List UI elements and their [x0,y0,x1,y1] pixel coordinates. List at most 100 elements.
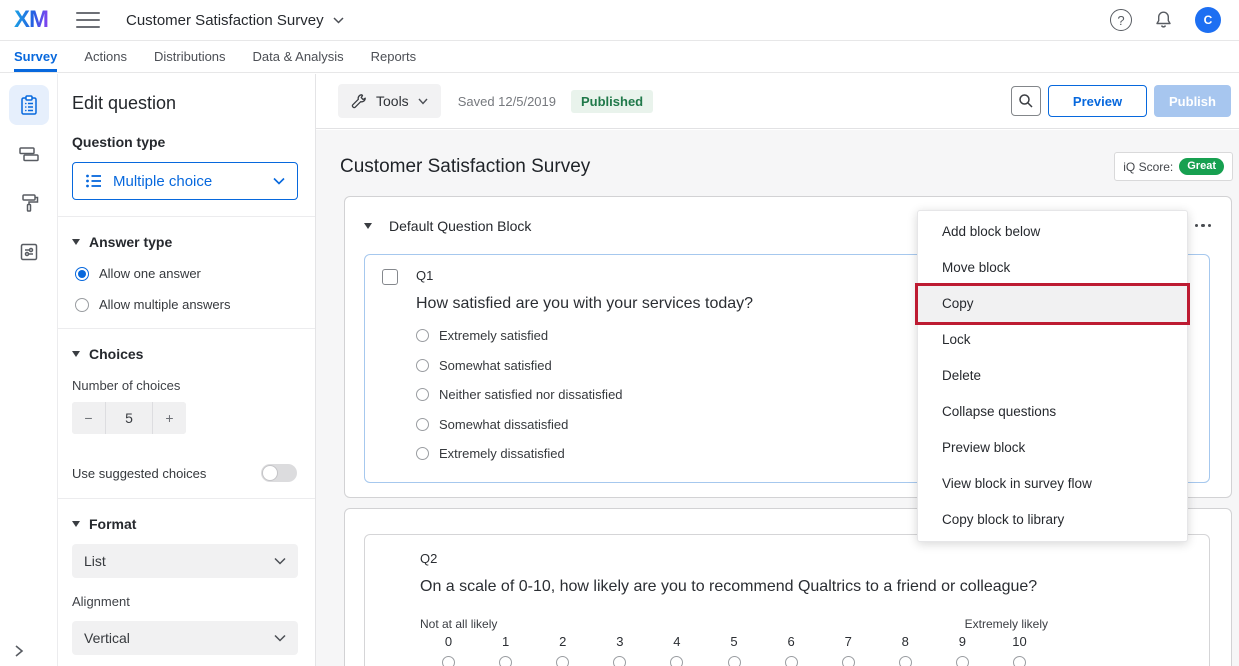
tab-reports[interactable]: Reports [371,41,417,72]
block-options-icon[interactable] [1193,218,1214,234]
nps-radio[interactable] [820,656,877,666]
choice-label: Extremely dissatisfied [439,446,565,461]
survey-title: Customer Satisfaction Survey [340,156,590,178]
menu-item-collapse-questions[interactable]: Collapse questions [918,394,1187,430]
choice-row[interactable]: Somewhat satisfied [416,358,753,373]
tab-survey[interactable]: Survey [14,41,57,72]
expand-panel-chevron-icon[interactable] [14,644,24,658]
decrease-choices-button[interactable]: − [72,402,105,434]
nps-label: 8 [877,634,934,649]
choice-row[interactable]: Extremely satisfied [416,328,753,343]
answer-type-section-header[interactable]: Answer type [72,234,297,250]
nps-radio[interactable] [534,656,591,666]
tools-label: Tools [376,93,409,109]
survey-title-switcher[interactable]: Customer Satisfaction Survey [126,12,344,29]
user-avatar[interactable]: C [1195,7,1221,33]
menu-item-delete[interactable]: Delete [918,358,1187,394]
number-of-choices-label: Number of choices [72,378,297,393]
iq-score-badge[interactable]: iQ Score: Great [1114,152,1233,181]
menu-item-copy-block-to-library[interactable]: Copy block to library [918,502,1187,538]
nps-label: 0 [420,634,477,649]
nps-label: 1 [477,634,534,649]
tab-actions[interactable]: Actions [84,41,127,72]
menu-item-view-block-in-survey-flow[interactable]: View block in survey flow [918,466,1187,502]
use-suggested-choices-label: Use suggested choices [72,466,206,481]
primary-nav: Survey Actions Distributions Data & Anal… [0,41,1239,73]
search-button[interactable] [1011,86,1041,116]
caret-down-icon [72,239,80,245]
menu-item-move-block[interactable]: Move block [918,250,1187,286]
question-checkbox[interactable] [382,269,398,285]
left-icon-rail [0,74,58,666]
question-card-q2[interactable]: Q2 On a scale of 0-10, how likely are yo… [364,534,1210,666]
nps-radio[interactable] [991,656,1048,666]
nps-right-anchor: Extremely likely [965,617,1048,631]
look-and-feel-roller-icon[interactable] [9,183,49,223]
choice-row[interactable]: Somewhat dissatisfied [416,417,753,432]
nps-radio[interactable] [877,656,934,666]
nps-radio[interactable] [420,656,477,666]
nps-radio[interactable] [763,656,820,666]
menu-item-preview-block[interactable]: Preview block [918,430,1187,466]
choices-section-header[interactable]: Choices [72,346,297,362]
increase-choices-button[interactable]: + [153,402,186,434]
question-text[interactable]: On a scale of 0-10, how likely are you t… [420,578,1209,596]
format-label: Format [89,516,136,532]
tab-distributions[interactable]: Distributions [154,41,226,72]
radio-unselected-icon [416,359,429,372]
allow-one-answer-label: Allow one answer [99,266,201,281]
caret-down-icon [72,351,80,357]
search-icon [1018,93,1034,109]
survey-options-icon[interactable] [9,232,49,272]
question-text[interactable]: How satisfied are you with your services… [416,295,753,313]
tools-menu-button[interactable]: Tools [338,84,441,118]
allow-one-answer-option[interactable]: Allow one answer [72,266,297,281]
help-glyph: ? [1117,13,1124,28]
radio-selected-icon [75,267,89,281]
nps-label: 9 [934,634,991,649]
caret-down-icon [72,521,80,527]
format-select[interactable]: List [72,544,298,578]
multiple-choice-icon [85,173,103,189]
alignment-select[interactable]: Vertical [72,621,298,655]
allow-multiple-answers-option[interactable]: Allow multiple answers [72,297,297,312]
choice-label: Neither satisfied nor dissatisfied [439,387,623,402]
nps-radio[interactable] [477,656,534,666]
choice-label: Somewhat satisfied [439,358,552,373]
question-type-dropdown[interactable]: Multiple choice [72,162,298,200]
question-type-value: Multiple choice [113,173,212,190]
preview-button[interactable]: Preview [1048,85,1147,117]
format-section-header[interactable]: Format [72,516,297,532]
choice-row[interactable]: Neither satisfied nor dissatisfied [416,387,753,402]
hamburger-menu-icon[interactable] [76,7,100,33]
survey-builder-icon[interactable] [9,85,49,125]
alignment-value: Vertical [84,630,130,646]
menu-item-copy[interactable]: Copy [918,286,1187,322]
iq-score-value: Great [1179,158,1224,175]
nps-radio[interactable] [648,656,705,666]
use-suggested-choices-toggle[interactable] [261,464,297,482]
blocks-icon[interactable] [9,134,49,174]
edit-question-panel: Edit question Question type Multiple cho… [58,74,316,666]
chevron-down-icon [274,557,286,565]
block-collapse-caret-icon[interactable] [364,223,372,229]
avatar-initial: C [1204,13,1213,27]
menu-item-add-block-below[interactable]: Add block below [918,214,1187,250]
menu-item-lock[interactable]: Lock [918,322,1187,358]
notifications-bell-icon[interactable] [1154,10,1173,30]
help-icon[interactable]: ? [1110,9,1132,31]
nps-radio[interactable] [591,656,648,666]
block-options-menu: Add block below Move block Copy Lock Del… [917,210,1188,542]
tab-data-analysis[interactable]: Data & Analysis [253,41,344,72]
nps-label: 3 [591,634,648,649]
nps-radio[interactable] [705,656,762,666]
nps-radio[interactable] [934,656,991,666]
radio-unselected-icon [416,447,429,460]
choices-label: Choices [89,346,143,362]
choice-row[interactable]: Extremely dissatisfied [416,446,753,461]
survey-toolbar: Tools Saved 12/5/2019 Published Preview … [316,74,1239,129]
nps-label: 10 [991,634,1048,649]
publish-button[interactable]: Publish [1154,85,1231,117]
iq-score-label: iQ Score: [1123,160,1173,174]
nps-label: 7 [820,634,877,649]
